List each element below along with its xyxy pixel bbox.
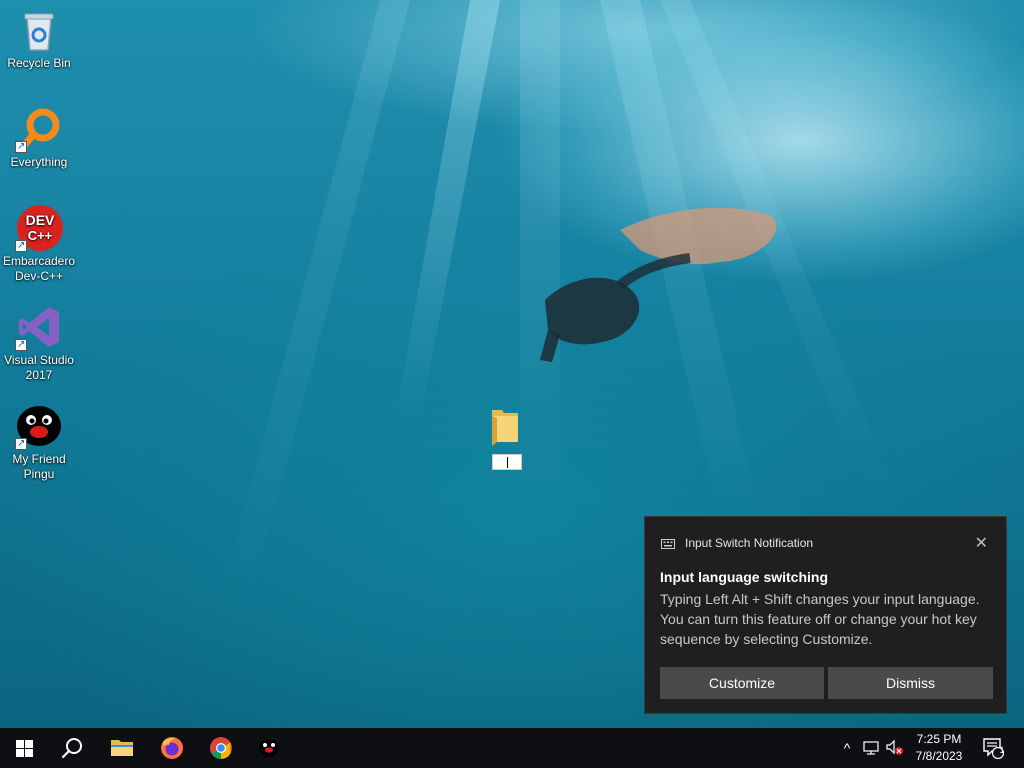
taskbar-chrome[interactable] — [197, 728, 245, 768]
shortcut-arrow-icon — [15, 436, 27, 451]
new-folder-icon[interactable] — [490, 406, 520, 446]
shortcut-arrow-icon — [15, 238, 27, 253]
notification-count-badge: 1 — [999, 745, 1005, 755]
desktop-icon-label: My Friend — [12, 452, 66, 466]
search-icon — [61, 738, 82, 759]
input-switch-toast[interactable]: Input Switch Notification ✕ Input langua… — [644, 516, 1007, 714]
tray-volume[interactable] — [884, 728, 906, 768]
chrome-icon — [210, 737, 232, 759]
taskbar-file-explorer[interactable] — [98, 728, 146, 768]
desktop-icon-visual-studio[interactable]: Visual Studio 2017 — [0, 303, 78, 383]
customize-button[interactable]: Customize — [660, 667, 824, 699]
desktop-icon-everything[interactable]: Everything — [0, 105, 78, 170]
desktop-icon-label: Pingu — [23, 467, 55, 481]
toast-header: Input Switch Notification — [661, 536, 813, 550]
toast-title: Input language switching — [660, 569, 828, 585]
dev-cpp-icon-text: C++ — [28, 228, 53, 243]
clock-date: 7/8/2023 — [915, 749, 963, 763]
text-caret — [507, 457, 508, 468]
folder-icon — [492, 410, 518, 446]
taskbar: ^ 7:25 PM 7/8/2023 1 — [0, 728, 1024, 768]
volume-muted-icon — [886, 740, 903, 755]
start-button[interactable] — [0, 728, 48, 768]
desktop-icon-label: Recycle Bin — [7, 56, 71, 70]
recycle-bin-icon — [24, 13, 54, 51]
desktop-icon-label: Embarcadero — [2, 254, 76, 268]
desktop-icon-devcpp[interactable]: DEV C++ Embarcadero Dev-C++ — [0, 204, 78, 284]
dev-cpp-icon-text: DEV — [26, 212, 55, 228]
close-icon[interactable]: ✕ — [975, 533, 988, 553]
shortcut-arrow-icon — [15, 139, 27, 154]
desktop-icon-recycle-bin[interactable]: Recycle Bin — [0, 6, 78, 71]
chevron-up-icon: ^ — [843, 740, 851, 756]
taskbar-clock[interactable]: 7:25 PM 7/8/2023 — [906, 731, 972, 765]
desktop-icon-label: Visual Studio — [4, 353, 74, 367]
keyboard-icon — [661, 538, 675, 549]
windows-start-icon — [15, 739, 33, 757]
toast-app-name: Input Switch Notification — [685, 536, 814, 550]
file-explorer-icon — [111, 740, 133, 756]
tray-overflow-chevron[interactable]: ^ — [836, 728, 858, 768]
taskbar-pingu[interactable] — [245, 728, 293, 768]
desktop-icon-pingu[interactable]: My Friend Pingu — [0, 402, 78, 482]
desktop-icon-label: Dev-C++ — [14, 269, 64, 283]
toast-body: Typing Left Alt + Shift changes your inp… — [660, 591, 980, 647]
tray-network[interactable] — [860, 728, 882, 768]
search-button[interactable] — [48, 728, 96, 768]
clock-time: 7:25 PM — [916, 732, 962, 746]
action-center-button[interactable]: 1 — [978, 728, 1008, 768]
firefox-icon — [161, 737, 183, 759]
pingu-icon — [259, 739, 279, 757]
network-icon — [863, 741, 879, 755]
taskbar-firefox[interactable] — [148, 728, 196, 768]
desktop-icon-label: Everything — [10, 155, 68, 169]
folder-rename-input[interactable] — [492, 454, 522, 470]
dismiss-button[interactable]: Dismiss — [828, 667, 993, 699]
shortcut-arrow-icon — [15, 337, 27, 352]
desktop-icon-label: 2017 — [25, 368, 53, 382]
